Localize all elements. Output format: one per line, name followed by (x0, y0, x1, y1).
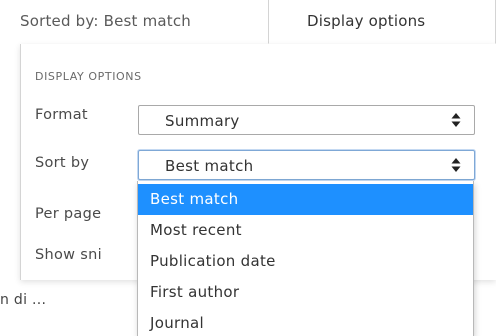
per-page-label: Per page (35, 206, 102, 222)
format-select-value: Summary (165, 112, 240, 130)
dropdown-option-best-match[interactable]: Best match (138, 184, 473, 215)
dropdown-option-journal[interactable]: Journal (138, 308, 473, 336)
sorted-by-label: Sorted by: Best match (20, 12, 192, 30)
up-down-arrows-icon (451, 158, 461, 172)
dropdown-option-first-author[interactable]: First author (138, 277, 473, 308)
format-select[interactable]: Summary (138, 105, 475, 135)
dropdown-option-most-recent[interactable]: Most recent (138, 215, 473, 246)
up-down-arrows-icon (451, 113, 461, 127)
display-options-tab-label: Display options (307, 12, 426, 30)
format-label: Format (35, 107, 88, 123)
sort-by-select-value: Best match (165, 157, 254, 175)
display-options-tab[interactable]: Display options (268, 0, 496, 44)
sort-by-label: Sort by (35, 155, 90, 171)
sort-by-select[interactable]: Best match (138, 150, 475, 180)
show-snippets-label: Show sni (35, 247, 102, 263)
display-options-screen: Sorted by: Best match Display options DI… (0, 0, 496, 336)
sort-by-dropdown-list: Best match Most recent Publication date … (137, 181, 474, 336)
panel-heading: DISPLAY OPTIONS (35, 70, 142, 83)
dropdown-option-publication-date[interactable]: Publication date (138, 246, 473, 277)
background-snippet-text: n di ... (0, 292, 47, 308)
